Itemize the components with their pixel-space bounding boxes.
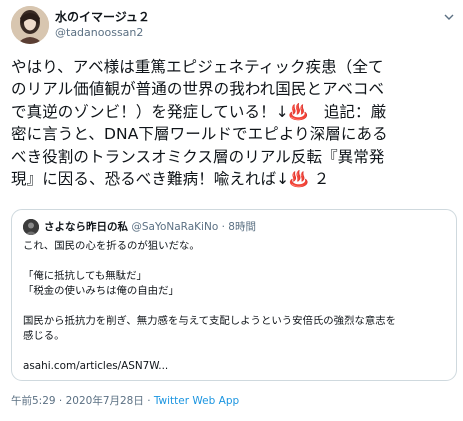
tweet-text-line: 現』に因る、恐るべき難病！喩えれば↓♨️ ２ (11, 170, 330, 189)
quoted-avatar-image (23, 219, 39, 235)
quoted-text-line (23, 254, 447, 269)
tweet-text-line: 密に言うと、DNA下層ワールドでエピより深層にある (11, 125, 388, 144)
chevron-down-icon[interactable] (443, 11, 455, 23)
quoted-time: · 8時間 (221, 221, 256, 233)
author-avatar[interactable] (11, 6, 49, 44)
tweet-text-line: で真逆のゾンビ！）を発症している！↓♨️ 追記：厳 (11, 102, 387, 121)
tweet-text-line: のリアル価値観が普通の世界の我われ国民とアベコベ (11, 80, 385, 99)
quoted-author-avatar (23, 219, 39, 235)
quoted-link[interactable]: asahi.com/articles/ASN7W... (23, 359, 447, 374)
source-app-link[interactable]: Twitter Web App (154, 395, 239, 407)
quoted-text-line: 感じる。 (23, 330, 65, 342)
avatar-image (11, 6, 49, 44)
quoted-author-handle: @SaYoNaRaKiNo (131, 221, 219, 233)
quoted-text-line: 「税金の使いみちは俺の自由だ」 (23, 285, 179, 297)
quoted-author-name: さよなら昨日の私 (44, 221, 128, 233)
tweet-text-line: やはり、アベ様は重篤エピジェネティック疾患（全て (11, 58, 384, 76)
author-name[interactable]: 水のイマージュ２ (55, 9, 150, 25)
tweet-card: 水のイマージュ２ @tadanoossan2 やはり、アベ様は重篤エピジェネティ… (0, 0, 463, 421)
quoted-header: さよなら昨日の私 @SaYoNaRaKiNo · 8時間 (44, 220, 256, 235)
quoted-text: これ、国民の心を折るのが狙いだな。 「俺に抵抗しても無駄だ」 「税金の使いみちは… (23, 239, 447, 374)
quoted-tweet[interactable]: さよなら昨日の私 @SaYoNaRaKiNo · 8時間 これ、国民の心を折るの… (11, 209, 457, 381)
quoted-text-line (23, 299, 447, 314)
author-handle[interactable]: @tadanoossan2 (55, 25, 150, 40)
quoted-text-line: これ、国民の心を折るのが狙いだな。 (23, 240, 200, 252)
quoted-text-line: 国民から抵抗力を削ぎ、無力感を与えて支配しようという安倍氏の強烈な意志を (23, 315, 397, 327)
quoted-text-line: 「俺に抵抗しても無駄だ」 (23, 270, 147, 282)
tweet-text: やはり、アベ様は重篤エピジェネティック疾患（全て のリアル価値観が普通の世界の我… (11, 56, 457, 190)
tweet-timestamp[interactable]: 午前5:29 · 2020年7月28日 · (11, 395, 154, 407)
tweet-footer: 午前5:29 · 2020年7月28日 · Twitter Web App (11, 394, 239, 409)
quoted-text-line (23, 344, 447, 359)
author-block: 水のイマージュ２ @tadanoossan2 (55, 9, 150, 40)
tweet-text-line: べき役割のトランスオミクス層のリアル反転『異常発 (11, 147, 385, 166)
